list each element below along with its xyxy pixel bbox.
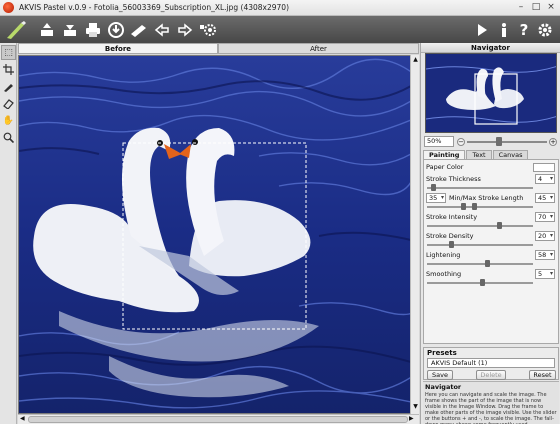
preset-select[interactable]: AKVIS Default (1)	[427, 358, 555, 368]
stroke-intensity-label: Stroke Intensity	[426, 213, 478, 221]
paper-color-swatch[interactable]	[533, 163, 555, 172]
stroke-density-slider[interactable]	[427, 244, 533, 246]
redo-icon[interactable]	[175, 20, 195, 40]
tab-canvas[interactable]: Canvas	[492, 150, 529, 159]
stroke-density-value[interactable]: 20	[535, 231, 555, 241]
horizontal-scroll-thumb[interactable]	[28, 416, 408, 423]
lightening-label: Lightening	[426, 251, 461, 259]
stroke-intensity-thumb[interactable]	[497, 222, 502, 229]
stroke-thickness-slider[interactable]	[427, 187, 533, 189]
tab-after[interactable]: After	[218, 43, 419, 54]
min-stroke-value[interactable]: 35	[426, 193, 446, 203]
stroke-length-label: Min/Max Stroke Length	[449, 194, 524, 202]
app-logo-icon	[3, 2, 14, 13]
share-icon[interactable]	[106, 20, 126, 40]
print-icon[interactable]	[83, 20, 103, 40]
brush-tool-icon[interactable]	[1, 79, 16, 94]
maximize-button[interactable]: □	[529, 2, 543, 13]
brush-logo-icon	[4, 20, 28, 40]
info-icon[interactable]	[494, 20, 514, 40]
save-icon[interactable]	[60, 20, 80, 40]
navigator-preview[interactable]	[425, 53, 557, 133]
stroke-thickness-thumb[interactable]	[431, 184, 436, 191]
stroke-density-row: Stroke Density 20	[424, 231, 558, 251]
presets-section: Presets AKVIS Default (1) Save Delete Re…	[423, 347, 559, 380]
zoom-controls: 50% − +	[421, 135, 560, 149]
minimize-button[interactable]: –	[514, 2, 528, 13]
stroke-length-row: 35 Min/Max Stroke Length 45	[424, 193, 558, 213]
preferences-icon[interactable]	[129, 20, 149, 40]
stroke-intensity-slider[interactable]	[427, 225, 533, 227]
help-panel: Navigator Here you can navigate and scal…	[423, 381, 559, 424]
help-icon[interactable]: ?	[514, 20, 534, 40]
lightening-slider[interactable]	[427, 263, 533, 265]
tab-before[interactable]: Before	[18, 43, 218, 54]
lightening-thumb[interactable]	[485, 260, 490, 267]
save-preset-button[interactable]: Save	[427, 370, 453, 380]
stroke-intensity-value[interactable]: 70	[535, 212, 555, 222]
scroll-left-arrow-icon[interactable]: ◀	[20, 415, 25, 422]
reset-preset-button[interactable]: Reset	[529, 370, 556, 380]
lightening-row: Lightening 58	[424, 250, 558, 270]
main-toolbar: ?	[0, 16, 560, 43]
zoom-tool-icon[interactable]	[1, 130, 16, 145]
zoom-slider-thumb[interactable]	[496, 137, 502, 146]
stroke-intensity-row: Stroke Intensity 70	[424, 212, 558, 232]
stroke-thickness-row: Stroke Thickness 4	[424, 174, 558, 194]
help-text: Here you can navigate and scale the imag…	[425, 392, 557, 424]
batch-icon[interactable]	[198, 20, 218, 40]
smoothing-label: Smoothing	[426, 270, 462, 278]
help-title: Navigator	[425, 383, 462, 391]
smoothing-thumb[interactable]	[480, 279, 485, 286]
tab-painting[interactable]: Painting	[423, 150, 466, 159]
image-canvas[interactable]	[18, 55, 418, 414]
swans-image	[19, 56, 417, 413]
stroke-thickness-label: Stroke Thickness	[426, 175, 481, 183]
run-icon[interactable]	[472, 20, 492, 40]
zoom-in-button[interactable]: +	[549, 138, 557, 146]
navigator-title: Navigator	[421, 43, 560, 53]
stroke-density-thumb[interactable]	[449, 241, 454, 248]
right-panel: Navigator 50% − + Painting Text Canvas P…	[420, 43, 560, 424]
title-bar: AKVIS Pastel v.0.9 - Fotolia_56003369_Su…	[0, 0, 560, 16]
open-icon[interactable]	[37, 20, 57, 40]
zoom-out-button[interactable]: −	[457, 138, 465, 146]
horizontal-scrollbar[interactable]: ◀ ▶	[18, 414, 419, 424]
close-window-button[interactable]: ×	[544, 2, 558, 13]
hand-tool-icon[interactable]: ✋	[1, 113, 16, 128]
scroll-down-arrow-icon[interactable]: ▼	[412, 403, 419, 410]
settings-tabs: Painting Text Canvas	[423, 150, 559, 159]
tab-text[interactable]: Text	[466, 150, 492, 159]
scroll-right-arrow-icon[interactable]: ▶	[409, 415, 414, 422]
stroke-density-label: Stroke Density	[426, 232, 474, 240]
scroll-up-arrow-icon[interactable]: ▲	[412, 56, 419, 63]
presets-title: Presets	[427, 349, 457, 357]
lightening-value[interactable]: 58	[535, 250, 555, 260]
crop-tool-icon[interactable]	[1, 62, 16, 77]
max-stroke-thumb[interactable]	[472, 203, 477, 210]
eraser-tool-icon[interactable]	[1, 96, 16, 111]
selection-tool-icon[interactable]: ⬚	[1, 45, 16, 60]
vertical-scrollbar[interactable]: ▲ ▼	[410, 55, 419, 414]
zoom-select[interactable]: 50%	[424, 136, 454, 147]
window-title: AKVIS Pastel v.0.9 - Fotolia_56003369_Su…	[19, 3, 289, 12]
paper-color-label: Paper Color	[426, 163, 464, 171]
zoom-slider[interactable]	[467, 141, 547, 143]
min-stroke-thumb[interactable]	[461, 203, 466, 210]
smoothing-value[interactable]: 5	[535, 269, 555, 279]
stroke-thickness-value[interactable]: 4	[535, 174, 555, 184]
delete-preset-button[interactable]: Delete	[476, 370, 506, 380]
settings-icon[interactable]	[535, 20, 555, 40]
undo-icon[interactable]	[152, 20, 172, 40]
smoothing-row: Smoothing 5	[424, 269, 558, 289]
stroke-length-slider[interactable]	[427, 206, 533, 208]
max-stroke-value[interactable]: 45	[535, 193, 555, 203]
left-toolbar: ⬚ ✋	[0, 43, 17, 424]
painting-settings: Paper Color Stroke Thickness 4 35 Min/Ma…	[423, 159, 559, 344]
